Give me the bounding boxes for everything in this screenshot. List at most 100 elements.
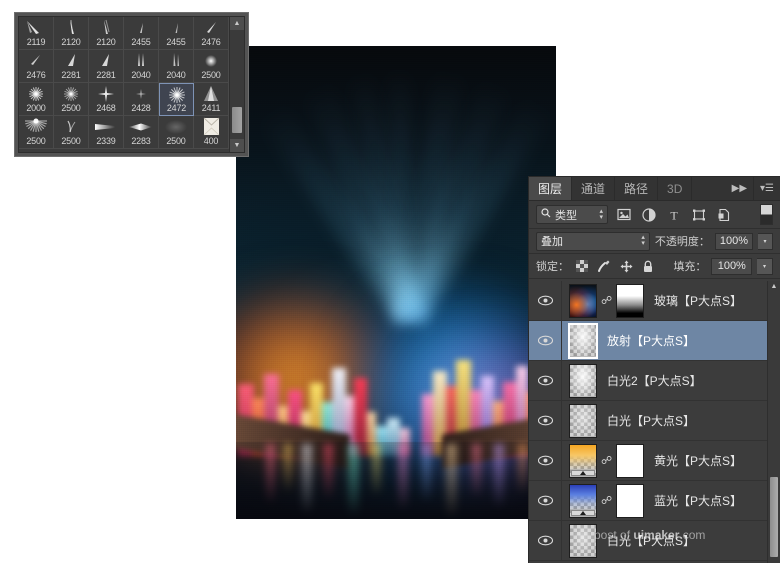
fill-dropdown-icon[interactable]: ▾ (757, 258, 773, 275)
tab-channels[interactable]: 通道 (572, 177, 615, 200)
layer-visibility-toggle[interactable] (529, 521, 562, 560)
blend-mode-row[interactable]: 叠加 ▴▾ 不透明度： 100% ▾ (529, 229, 780, 254)
layer-visibility-toggle[interactable] (529, 361, 562, 400)
brush-preset-2120-1[interactable]: 2120 (54, 17, 89, 50)
brush-preset-2500-18[interactable]: 2500 (19, 116, 54, 149)
brush-scroll-track[interactable] (230, 31, 244, 138)
layer-thumbnail[interactable] (569, 324, 597, 358)
lock-image-pixels-icon[interactable] (596, 258, 613, 275)
layer-name[interactable]: 白光【P大点S】 (597, 532, 695, 549)
layer-visibility-toggle[interactable] (529, 321, 562, 360)
layer-mask-link-icon[interactable]: ☍ (601, 494, 612, 507)
brush-preset-2468-14[interactable]: 2468 (89, 83, 124, 116)
tab-paths[interactable]: 路径 (615, 177, 658, 200)
filter-adjustment-icon[interactable] (639, 205, 658, 224)
layer-thumbnail[interactable] (569, 364, 597, 398)
layer-mask-thumbnail[interactable] (616, 444, 644, 478)
brush-preset-2339-20[interactable]: 2339 (89, 116, 124, 149)
brush-scroll-up-icon[interactable]: ▲ (230, 17, 244, 31)
filter-enable-toggle[interactable] (760, 204, 773, 225)
layer-thumbnail[interactable] (569, 404, 597, 438)
tab-3d[interactable]: 3D (658, 177, 692, 200)
lock-transparent-pixels-icon[interactable] (574, 258, 591, 275)
layer-row-2[interactable]: 白光2【P大点S】 (529, 361, 780, 401)
brush-preset-2500-11[interactable]: 2500 (194, 50, 229, 83)
brush-preset-2040-9[interactable]: 2040 (124, 50, 159, 83)
brush-scroll-thumb[interactable] (232, 107, 242, 133)
layer-name[interactable]: 蓝光【P大点S】 (644, 492, 742, 509)
brush-preset-2500-13[interactable]: 2500 (54, 83, 89, 116)
brush-scrollbar[interactable]: ▲ ▼ (229, 17, 244, 152)
opacity-dropdown-icon[interactable]: ▾ (758, 233, 773, 250)
layer-row-1[interactable]: 放射【P大点S】 (529, 321, 780, 361)
brush-preset-2283-21[interactable]: 2283 (124, 116, 159, 149)
layer-mask-thumbnail[interactable] (616, 284, 644, 318)
brush-grid[interactable]: 2119212021202455245524762476228122812040… (19, 17, 229, 152)
brush-preset-2000-12[interactable]: 2000 (19, 83, 54, 116)
brush-preset-2476-6[interactable]: 2476 (19, 50, 54, 83)
opacity-value[interactable]: 100% (715, 233, 753, 250)
layer-thumbnail[interactable] (569, 284, 597, 318)
layer-name[interactable]: 玻璃【P大点S】 (644, 292, 742, 309)
brush-preset-2040-10[interactable]: 2040 (159, 50, 194, 83)
layer-scroll-up-icon[interactable]: ▲ (768, 281, 780, 292)
filter-kind-select[interactable]: 类型 ▴▾ (536, 205, 608, 224)
brush-preset-2500-19[interactable]: 2500 (54, 116, 89, 149)
layer-name[interactable]: 白光【P大点S】 (597, 412, 695, 429)
brush-preset-2476-5[interactable]: 2476 (194, 17, 229, 50)
layer-mask-link-icon[interactable]: ☍ (601, 454, 612, 467)
panel-menu-icon[interactable]: ▾☰ (753, 177, 780, 200)
layer-row-4[interactable]: ☍ 黄光【P大点S】 (529, 441, 780, 481)
layer-visibility-toggle[interactable] (529, 401, 562, 440)
brush-preset-2500-22[interactable]: 2500 (159, 116, 194, 149)
brush-preset-2472-16[interactable]: 2472 (159, 83, 194, 116)
filter-type-icon[interactable]: T (664, 205, 683, 224)
brush-preset-400-23[interactable]: 400 (194, 116, 229, 149)
layer-visibility-toggle[interactable] (529, 281, 562, 320)
filter-kind-stepper-icon[interactable]: ▴▾ (599, 209, 603, 221)
layer-thumbnail[interactable] (569, 524, 597, 558)
layer-row-5[interactable]: ☍ 蓝光【P大点S】 (529, 481, 780, 521)
brush-scroll-down-icon[interactable]: ▼ (230, 138, 244, 152)
layer-thumbnail[interactable] (569, 484, 597, 518)
layer-list-scrollbar[interactable]: ▲ (767, 281, 780, 563)
blend-mode-select[interactable]: 叠加 ▴▾ (536, 232, 650, 251)
brush-preset-2455-4[interactable]: 2455 (159, 17, 194, 50)
lock-position-icon[interactable] (618, 258, 635, 275)
layer-row-3[interactable]: 白光【P大点S】 (529, 401, 780, 441)
brush-preset-2455-3[interactable]: 2455 (124, 17, 159, 50)
layer-visibility-toggle[interactable] (529, 441, 562, 480)
filter-smart-object-icon[interactable] (714, 205, 733, 224)
collapse-panel-icon[interactable]: ▶▶ (726, 177, 753, 200)
lock-all-icon[interactable] (640, 258, 657, 275)
fill-value[interactable]: 100% (711, 258, 752, 275)
layer-name[interactable]: 放射【P大点S】 (597, 332, 695, 349)
tab-layers[interactable]: 图层 (529, 177, 572, 200)
layer-name[interactable]: 黄光【P大点S】 (644, 452, 742, 469)
brush-preset-2119-0[interactable]: 2119 (19, 17, 54, 50)
layer-thumbnails (562, 524, 597, 558)
layer-row-6[interactable]: 白光【P大点S】 (529, 521, 780, 561)
layers-panel-tabs[interactable]: 图层 通道 路径 3D ▶▶ ▾☰ (529, 177, 780, 201)
lock-row[interactable]: 锁定： 填充： 100% ▾ (529, 254, 780, 279)
brush-preset-2281-7[interactable]: 2281 (54, 50, 89, 83)
photoshop-canvas-night-city[interactable] (236, 46, 556, 519)
brush-preset-2281-8[interactable]: 2281 (89, 50, 124, 83)
layer-list[interactable]: ☍ 玻璃【P大点S】放射【P大点S】白光2【P大点S】白光【P大点S】 ☍ 黄光【P… (529, 281, 780, 563)
layer-name[interactable]: 白光2【P大点S】 (597, 372, 702, 389)
brush-preset-2411-17[interactable]: 2411 (194, 83, 229, 116)
layer-visibility-toggle[interactable] (529, 481, 562, 520)
layer-thumbnail[interactable] (569, 444, 597, 478)
filter-shape-icon[interactable] (689, 205, 708, 224)
layer-mask-thumbnail[interactable] (616, 484, 644, 518)
layer-mask-link-icon[interactable]: ☍ (601, 294, 612, 307)
brush-preset-2120-2[interactable]: 2120 (89, 17, 124, 50)
brush-preset-2428-15[interactable]: 2428 (124, 83, 159, 116)
layer-row-0[interactable]: ☍ 玻璃【P大点S】 (529, 281, 780, 321)
layers-panel[interactable]: 图层 通道 路径 3D ▶▶ ▾☰ 类型 ▴▾ T (528, 176, 780, 563)
layer-filter-bar[interactable]: 类型 ▴▾ T (529, 201, 780, 229)
filter-pixel-icon[interactable] (614, 205, 633, 224)
blend-mode-stepper-icon[interactable]: ▴▾ (641, 235, 645, 247)
brush-preset-picker[interactable]: 2119212021202455245524762476228122812040… (14, 12, 249, 157)
layer-scroll-thumb[interactable] (770, 477, 778, 557)
